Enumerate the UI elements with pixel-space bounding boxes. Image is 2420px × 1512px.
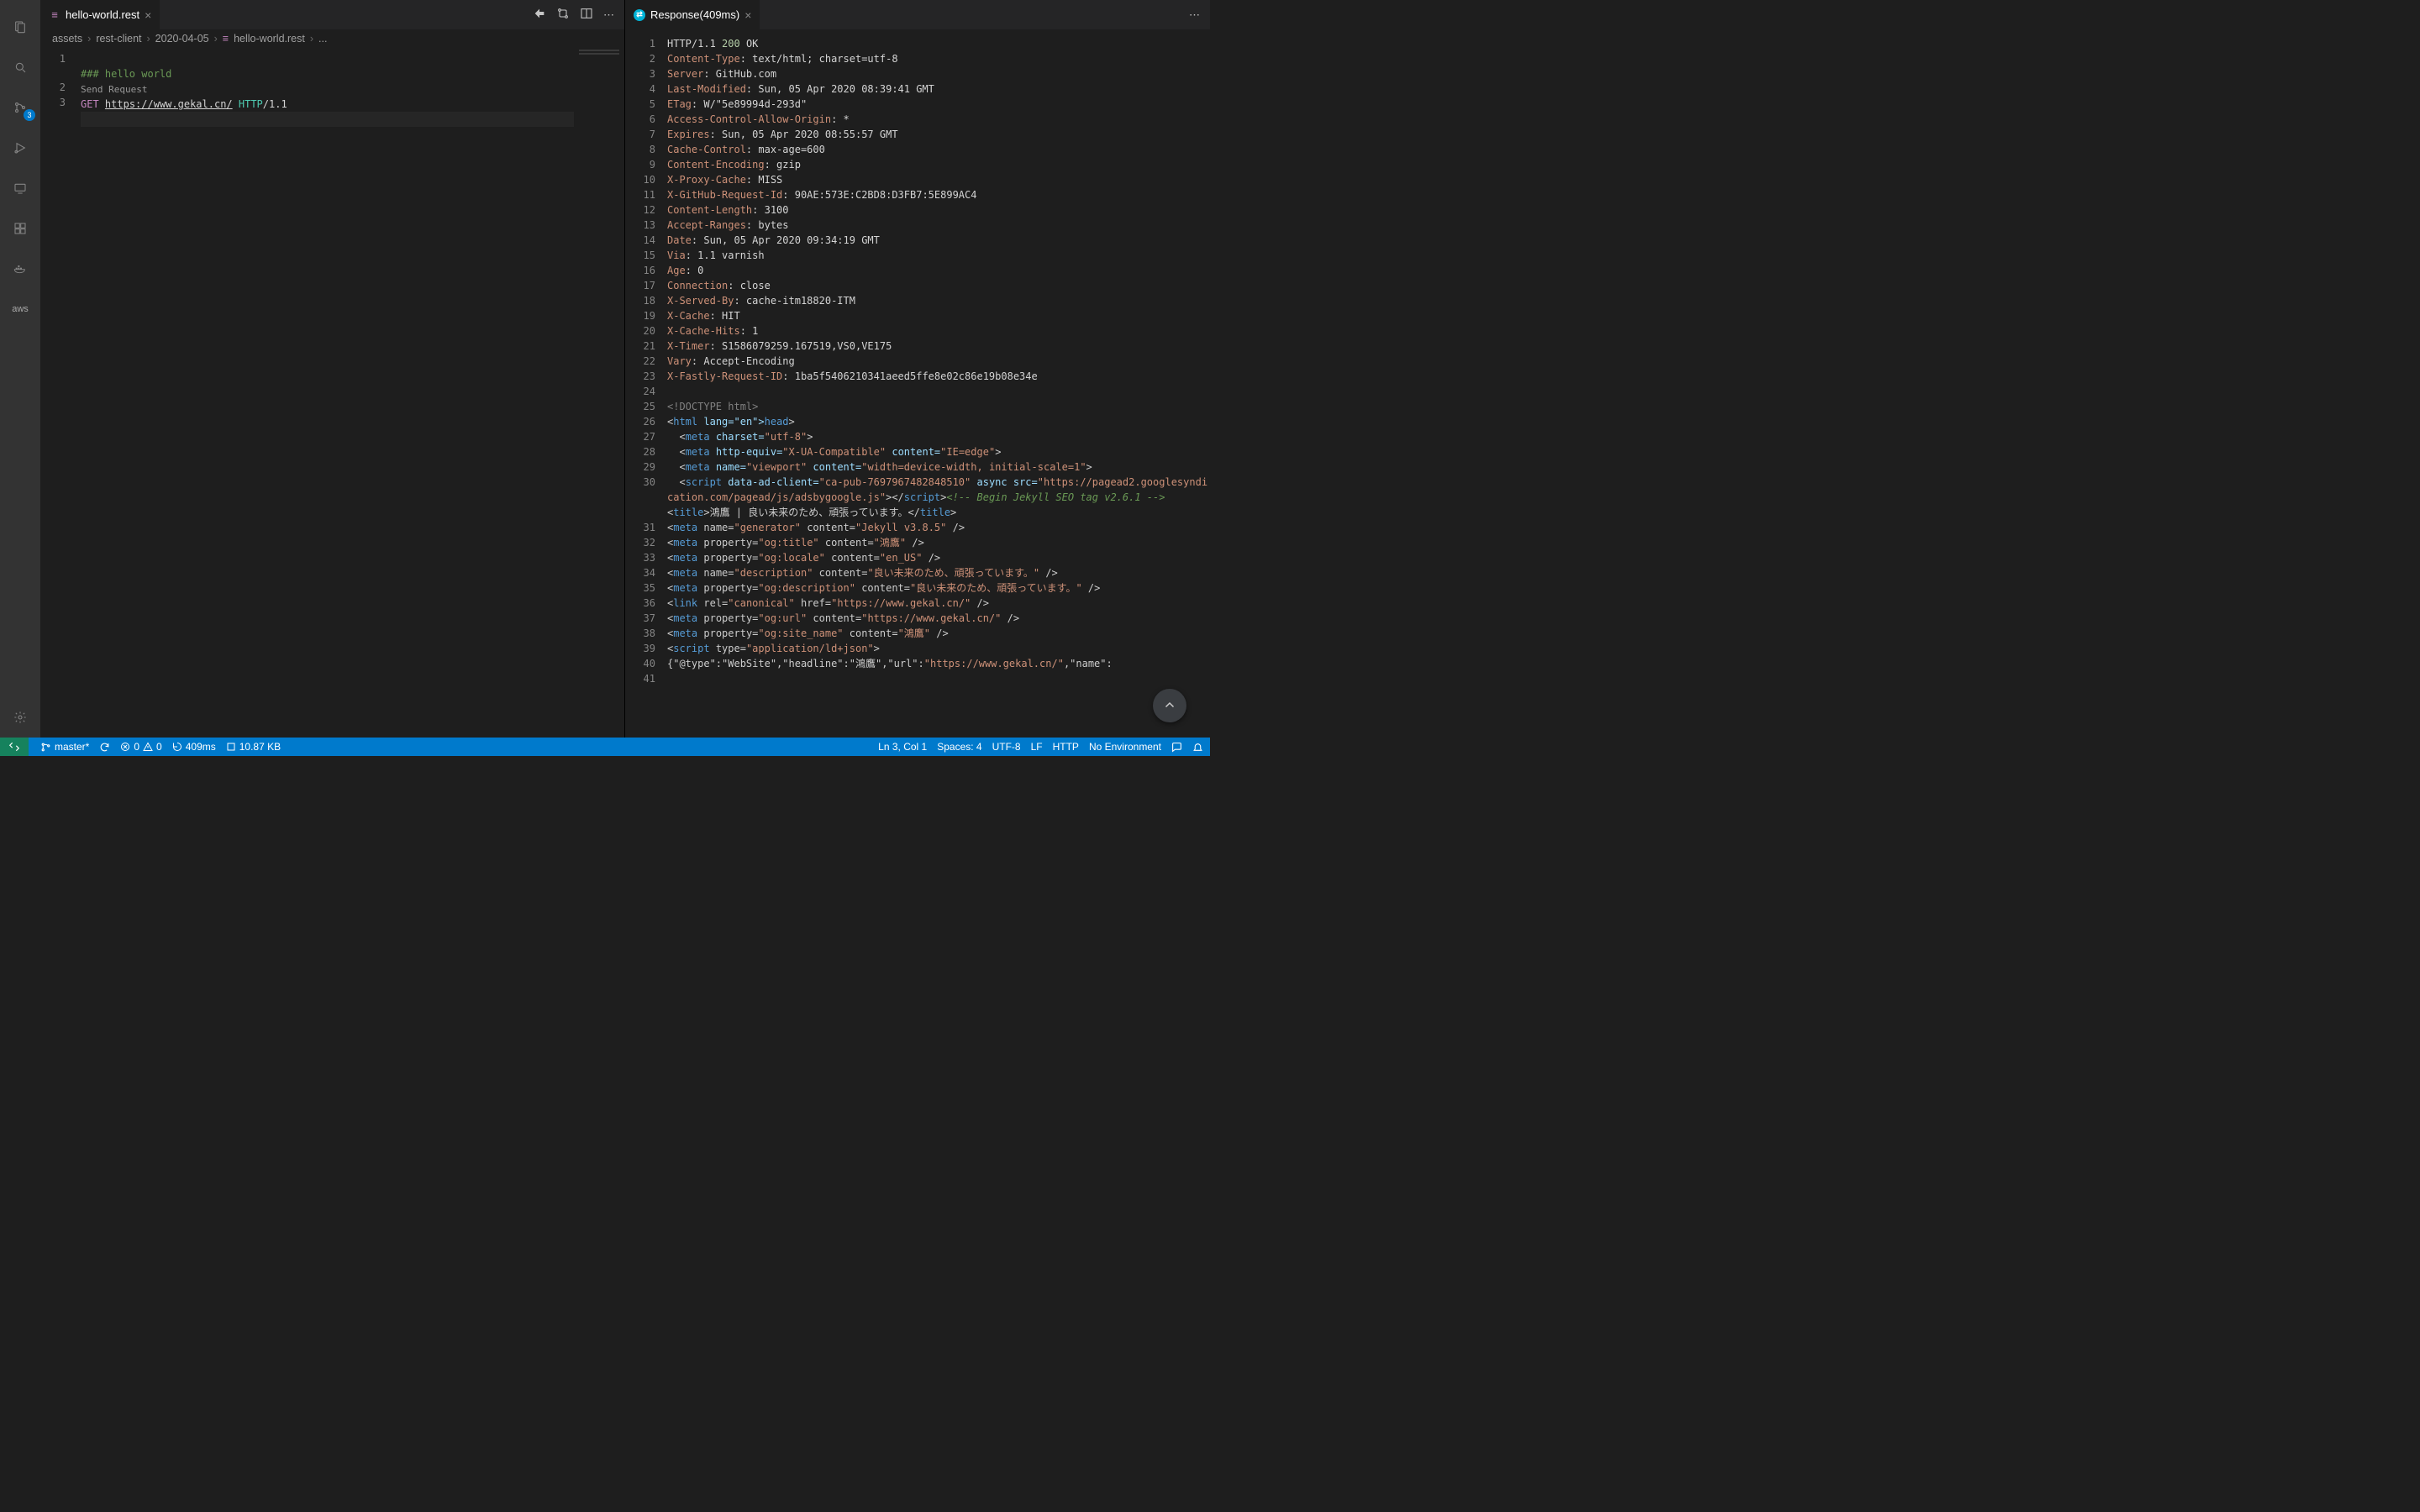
notifications-icon[interactable] bbox=[1192, 742, 1203, 753]
run-debug-icon[interactable] bbox=[0, 128, 40, 168]
breadcrumbs[interactable]: assets› rest-client› 2020-04-05› ≡ hello… bbox=[40, 29, 624, 48]
tab-response[interactable]: ⇄ Response(409ms) × bbox=[625, 0, 760, 29]
status-duration[interactable]: 409ms bbox=[172, 741, 216, 753]
tab-label: hello-world.rest bbox=[66, 8, 139, 21]
indentation[interactable]: Spaces: 4 bbox=[937, 741, 981, 753]
explorer-icon[interactable] bbox=[0, 7, 40, 47]
response-icon: ⇄ bbox=[634, 9, 645, 21]
tab-label: Response(409ms) bbox=[650, 8, 739, 21]
sync-icon[interactable] bbox=[99, 742, 110, 753]
activity-bar: 3 aws bbox=[0, 0, 40, 738]
git-compare-icon[interactable] bbox=[556, 7, 570, 23]
comment-line: ### hello world bbox=[81, 68, 171, 80]
close-icon[interactable]: × bbox=[145, 8, 151, 22]
scm-badge: 3 bbox=[24, 109, 35, 121]
more-icon[interactable]: ⋯ bbox=[1189, 8, 1200, 22]
language-mode[interactable]: HTTP bbox=[1053, 741, 1079, 753]
aws-icon[interactable]: aws bbox=[0, 289, 40, 329]
eol[interactable]: LF bbox=[1031, 741, 1043, 753]
minimap[interactable] bbox=[574, 48, 624, 738]
gutter: 1 2 3 bbox=[40, 48, 81, 738]
remote-indicator[interactable] bbox=[0, 738, 29, 756]
scroll-top-button[interactable] bbox=[1153, 689, 1186, 722]
split-editor-icon[interactable] bbox=[580, 7, 593, 23]
rest-environment[interactable]: No Environment bbox=[1089, 741, 1161, 753]
crumb[interactable]: 2020-04-05 bbox=[155, 33, 209, 45]
more-icon[interactable]: ⋯ bbox=[603, 8, 614, 22]
file-icon: ≡ bbox=[49, 9, 60, 21]
crumb[interactable]: assets bbox=[52, 33, 82, 45]
settings-gear-icon[interactable] bbox=[0, 697, 40, 738]
codelens-send-request[interactable]: Send Request bbox=[81, 84, 147, 95]
encoding[interactable]: UTF-8 bbox=[992, 741, 1021, 753]
compare-icon[interactable] bbox=[533, 7, 546, 23]
left-editor[interactable]: 1 2 3 ### hello world Send Request GET h… bbox=[40, 48, 624, 738]
http-proto: HTTP bbox=[239, 98, 263, 110]
problems[interactable]: 0 0 bbox=[120, 741, 161, 753]
code-area[interactable]: ### hello world Send Request GET https:/… bbox=[81, 48, 624, 738]
status-bar: master* 0 0 409ms 10.87 KB Ln 3, Col 1 S… bbox=[0, 738, 1210, 756]
remote-explorer-icon[interactable] bbox=[0, 168, 40, 208]
source-control-icon[interactable]: 3 bbox=[0, 87, 40, 128]
crumb[interactable]: ... bbox=[318, 33, 327, 45]
extensions-icon[interactable] bbox=[0, 208, 40, 249]
request-url: https://www.gekal.cn/ bbox=[105, 98, 233, 110]
response-gutter: 1234567891011121314151617181920212223242… bbox=[625, 31, 667, 738]
crumb[interactable]: rest-client bbox=[96, 33, 141, 45]
response-code[interactable]: HTTP/1.1 200 OKContent-Type: text/html; … bbox=[667, 31, 1210, 738]
cursor-position[interactable]: Ln 3, Col 1 bbox=[878, 741, 927, 753]
close-icon[interactable]: × bbox=[744, 8, 751, 22]
feedback-icon[interactable] bbox=[1171, 742, 1182, 753]
response-editor[interactable]: 1234567891011121314151617181920212223242… bbox=[625, 29, 1210, 738]
tab-hello-world-rest[interactable]: ≡ hello-world.rest × bbox=[40, 0, 160, 29]
http-method: GET bbox=[81, 98, 99, 110]
git-branch[interactable]: master* bbox=[40, 741, 89, 753]
docker-icon[interactable] bbox=[0, 249, 40, 289]
crumb[interactable]: hello-world.rest bbox=[234, 33, 305, 45]
right-tab-bar: ⇄ Response(409ms) × ⋯ bbox=[625, 0, 1210, 29]
status-size[interactable]: 10.87 KB bbox=[226, 741, 281, 753]
left-tab-bar: ≡ hello-world.rest × ⋯ bbox=[40, 0, 624, 29]
search-icon[interactable] bbox=[0, 47, 40, 87]
